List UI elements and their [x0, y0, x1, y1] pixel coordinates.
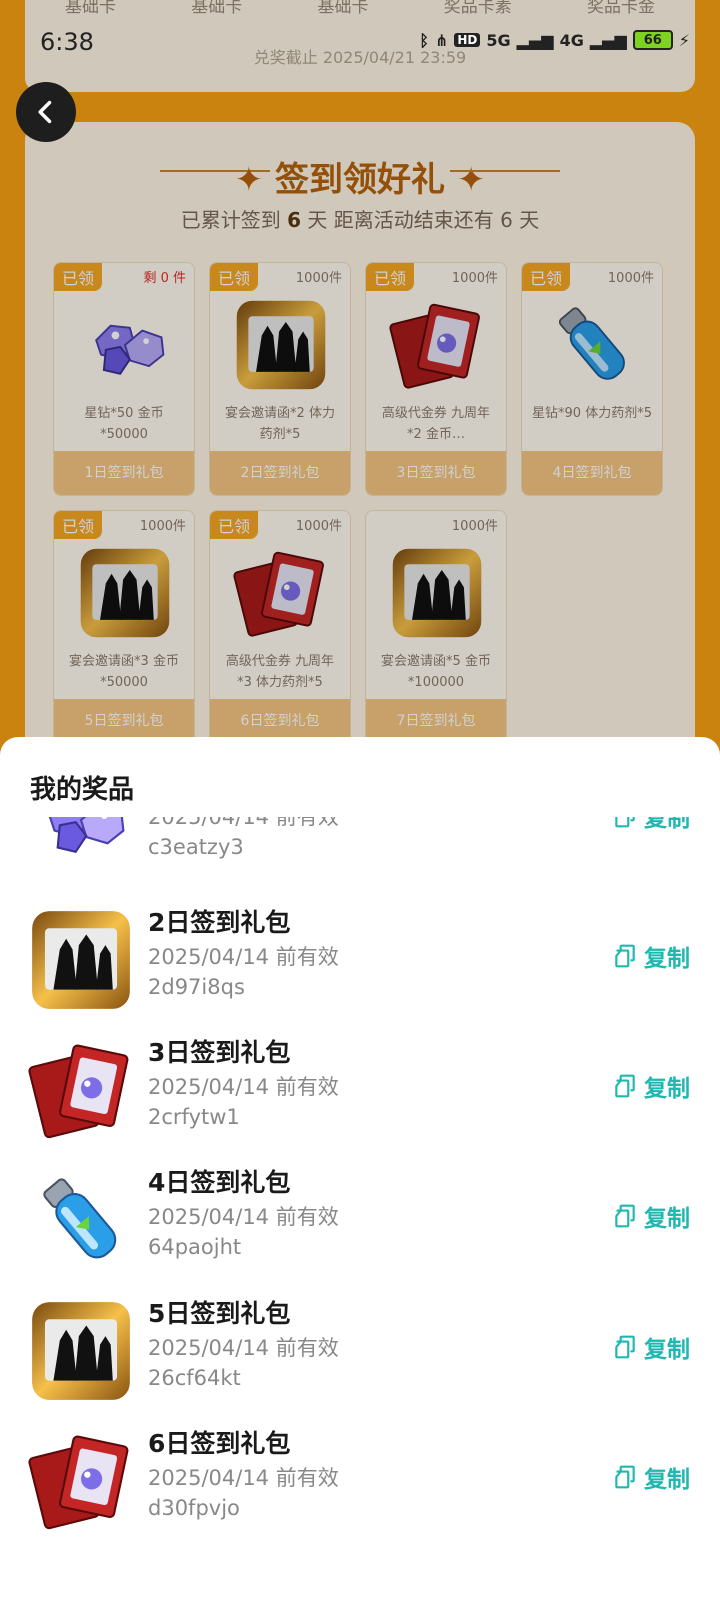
- status-time: 6:38: [40, 28, 94, 56]
- copy-label: 复制: [644, 1467, 690, 1493]
- status-icons: ᛒ ⋔ HD 5G ▂▄▆ 4G ▂▄▆ 66 ⚡: [419, 30, 690, 50]
- prize-expiry: 2025/04/14 前有效: [148, 817, 339, 829]
- prize-row: 6日签到礼包 2025/04/14 前有效 d30fpvjo 复制: [0, 1424, 720, 1557]
- prize-row: 4日签到礼包 2025/04/14 前有效 64paojht 复制: [0, 1163, 720, 1296]
- prize-code[interactable]: 26cf64kt: [148, 1366, 241, 1390]
- voucher-cards-icon: [28, 1037, 134, 1143]
- copy-label: 复制: [644, 817, 690, 832]
- chevron-left-icon: [38, 100, 52, 124]
- gem-icon: [28, 817, 134, 873]
- potion-icon: [28, 1167, 134, 1273]
- copy-icon: [612, 1073, 638, 1099]
- copy-button[interactable]: 复制: [612, 1199, 690, 1233]
- prize-row: 5日签到礼包 2025/04/14 前有效 26cf64kt 复制: [0, 1294, 720, 1427]
- prize-expiry: 2025/04/14 前有效: [148, 1336, 339, 1360]
- my-prizes-sheet: 我的奖品 1日签到礼包2025/04/14 前有效c3eatzy3复制2日签到礼…: [0, 737, 720, 1602]
- prize-expiry: 2025/04/14 前有效: [148, 945, 339, 969]
- prize-row: 2日签到礼包 2025/04/14 前有效 2d97i8qs 复制: [0, 903, 720, 1036]
- network-5g: 5G: [486, 30, 511, 50]
- prize-title: 6日签到礼包: [148, 1429, 291, 1458]
- signal-icon: ▂▄▆: [516, 30, 554, 50]
- copy-label: 复制: [644, 1337, 690, 1363]
- copy-icon: [612, 943, 638, 969]
- network-4g: 4G: [559, 30, 584, 50]
- prize-code[interactable]: c3eatzy3: [148, 835, 244, 859]
- prize-title: 4日签到礼包: [148, 1168, 291, 1197]
- prize-row: 1日签到礼包2025/04/14 前有效c3eatzy3复制: [0, 817, 720, 896]
- copy-icon: [612, 1334, 638, 1360]
- back-button[interactable]: [16, 82, 76, 142]
- prize-list[interactable]: 1日签到礼包2025/04/14 前有效c3eatzy3复制2日签到礼包2025…: [0, 817, 720, 1602]
- status-bar: 6:38 ᛒ ⋔ HD 5G ▂▄▆ 4G ▂▄▆ 66 ⚡: [0, 0, 720, 80]
- battery-icon: 66: [632, 30, 673, 50]
- copy-label: 复制: [644, 946, 690, 972]
- copy-icon: [612, 1464, 638, 1490]
- prize-title: 5日签到礼包: [148, 1299, 291, 1328]
- copy-button[interactable]: 复制: [612, 1069, 690, 1103]
- signal-icon-2: ▂▄▆: [589, 30, 627, 50]
- copy-button[interactable]: 复制: [612, 939, 690, 973]
- prize-code[interactable]: d30fpvjo: [148, 1496, 240, 1520]
- prize-expiry: 2025/04/14 前有效: [148, 1205, 339, 1229]
- copy-button[interactable]: 复制: [612, 1330, 690, 1364]
- sheet-title: 我的奖品: [30, 775, 135, 805]
- prize-code[interactable]: 2d97i8qs: [148, 975, 245, 999]
- invitation-card-icon: [28, 1298, 134, 1404]
- voucher-cards-icon: [28, 1428, 134, 1534]
- prize-expiry: 2025/04/14 前有效: [148, 1466, 339, 1490]
- copy-button[interactable]: 复制: [612, 1460, 690, 1494]
- invitation-card-icon: [28, 907, 134, 1013]
- copy-icon: [612, 817, 638, 829]
- earbuds-icon: ⋔: [434, 30, 449, 50]
- copy-label: 复制: [644, 1076, 690, 1102]
- prize-row: 3日签到礼包 2025/04/14 前有效 2crfytw1 复制: [0, 1033, 720, 1166]
- prize-code[interactable]: 2crfytw1: [148, 1105, 240, 1129]
- copy-icon: [612, 1203, 638, 1229]
- copy-label: 复制: [644, 1206, 690, 1232]
- prize-code[interactable]: 64paojht: [148, 1235, 241, 1259]
- prize-title: 3日签到礼包: [148, 1038, 291, 1067]
- copy-button[interactable]: 复制: [612, 817, 690, 833]
- prize-expiry: 2025/04/14 前有效: [148, 1075, 339, 1099]
- bluetooth-icon: ᛒ: [419, 30, 429, 50]
- hd-badge: HD: [454, 33, 481, 47]
- prize-title: 2日签到礼包: [148, 908, 291, 937]
- charging-icon: ⚡: [678, 30, 690, 50]
